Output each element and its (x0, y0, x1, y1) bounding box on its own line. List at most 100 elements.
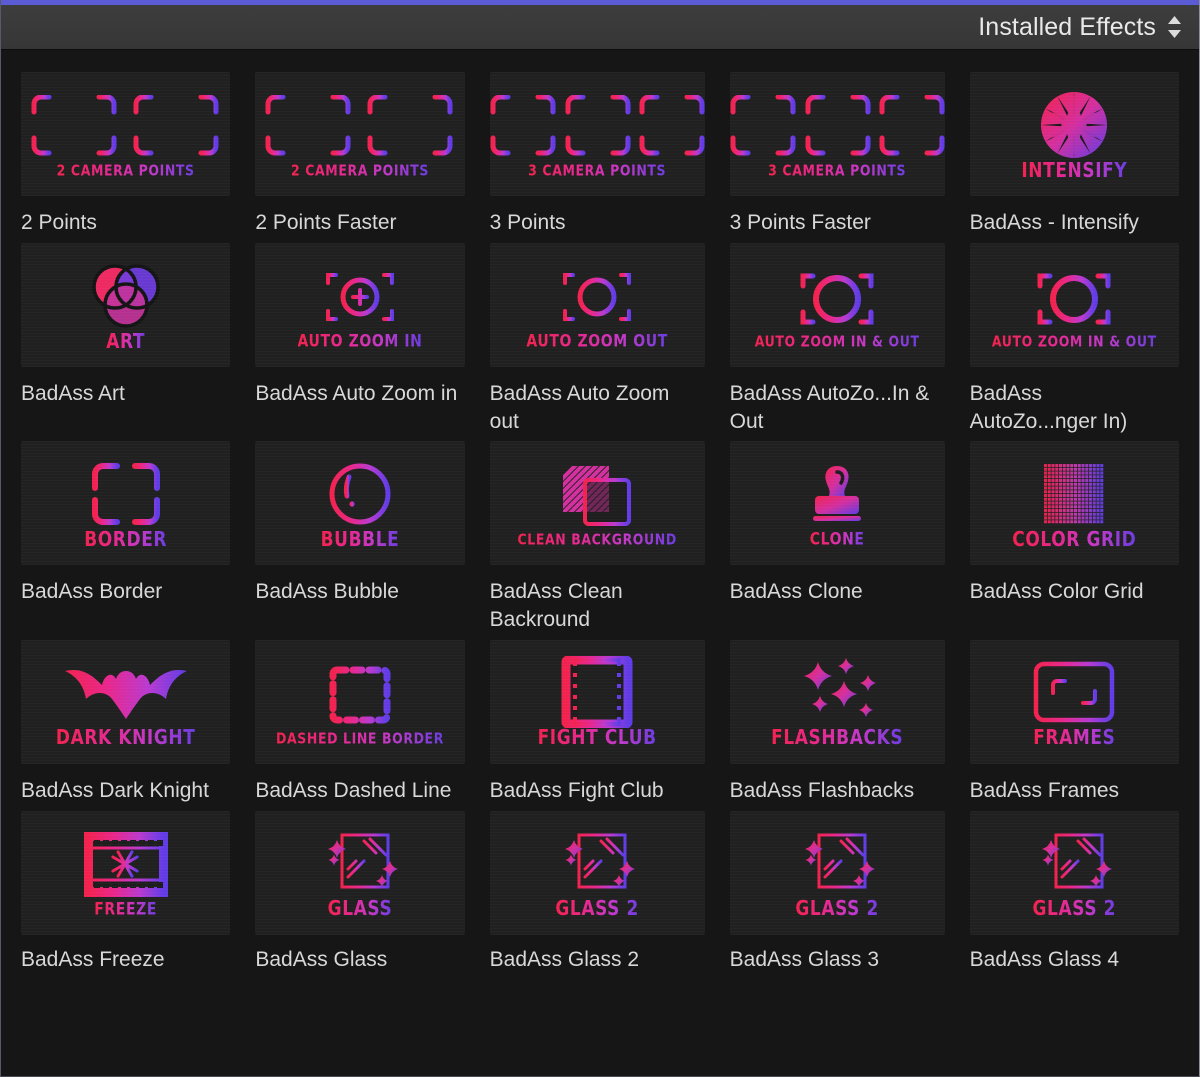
effect-tile[interactable]: 2 CAMERA POINTS2 Points (21, 72, 230, 237)
effect-tile[interactable]: AUTO ZOOM OUTBadAss Auto Zoom out (490, 243, 705, 435)
effect-thumbnail[interactable]: GLASS 2 (730, 811, 945, 935)
effect-badge-text: FRAMES (1033, 729, 1115, 749)
effect-thumbnail[interactable]: CLEAN BACKGROUND (490, 441, 705, 565)
camera-points-2-icon (265, 91, 455, 163)
effect-thumbnail[interactable]: AUTO ZOOM IN & OUT (970, 243, 1179, 367)
effect-thumbnail[interactable]: AUTO ZOOM IN (255, 243, 464, 367)
effect-caption: BadAss Clean Backround (490, 578, 705, 633)
effect-tile[interactable]: BUBBLEBadAss Bubble (255, 441, 464, 633)
effect-tile[interactable]: ART BadAss Art (21, 243, 230, 435)
effect-thumbnail[interactable]: DASHED LINE BORDER (255, 640, 464, 764)
effect-thumbnail[interactable]: INTENSIFY (970, 72, 1179, 196)
effect-badge-text: DARK KNIGHT (56, 729, 196, 749)
effect-caption: BadAss Glass 2 (490, 946, 705, 974)
chevron-up-down-icon[interactable] (1166, 14, 1183, 40)
effect-tile[interactable]: 3 CAMERA POINTS3 Points (490, 72, 705, 237)
camera-points-2-icon (31, 91, 221, 163)
effect-thumbnail[interactable]: GLASS 2 (970, 811, 1179, 935)
effect-badge-text: 3 CAMERA POINTS (528, 164, 666, 179)
starburst-icon (1038, 89, 1110, 161)
effects-grid: 2 CAMERA POINTS2 Points 2 CAMERA POINTS2… (21, 72, 1179, 974)
effect-thumbnail[interactable]: BORDER (21, 441, 230, 565)
effect-caption: BadAss AutoZo...In & Out (730, 380, 945, 435)
glass-pane-icon (320, 827, 400, 899)
effect-caption: BadAss Clone (730, 578, 945, 606)
effect-caption: BadAss - Intensify (970, 209, 1179, 237)
effect-badge-text: CLONE (810, 532, 865, 549)
effect-caption: BadAss Auto Zoom in (255, 380, 464, 408)
effect-caption: 3 Points Faster (730, 209, 945, 237)
effect-thumbnail[interactable]: AUTO ZOOM IN & OUT (730, 243, 945, 367)
effect-thumbnail[interactable]: GLASS 2 (490, 811, 705, 935)
effect-badge-text: CLEAN BACKGROUND (517, 533, 676, 548)
effect-badge-text: 2 CAMERA POINTS (57, 164, 195, 179)
effects-grid-scroll-area[interactable]: 2 CAMERA POINTS2 Points 2 CAMERA POINTS2… (1, 50, 1199, 1076)
effect-caption: BadAss Flashbacks (730, 777, 945, 805)
frame-icon (1031, 656, 1117, 728)
effect-tile[interactable]: CLEAN BACKGROUND BadAss Clean Backround (490, 441, 705, 633)
effect-badge-text: BORDER (84, 530, 167, 550)
effect-tile[interactable]: FREEZE BadAss Freeze (21, 811, 230, 974)
effect-thumbnail[interactable]: 3 CAMERA POINTS (490, 72, 705, 196)
effect-thumbnail[interactable]: 2 CAMERA POINTS (21, 72, 230, 196)
effect-thumbnail[interactable]: CLONE (730, 441, 945, 565)
effect-caption: BadAss Glass 4 (970, 946, 1179, 974)
effect-tile[interactable]: DARK KNIGHT BadAss Dark Knight (21, 640, 230, 805)
effect-badge-text: GLASS 2 (555, 900, 639, 920)
effect-thumbnail[interactable]: FRAMES (970, 640, 1179, 764)
effect-tile[interactable]: GLASS 2 BadAss Glass 4 (970, 811, 1179, 974)
effect-tile[interactable]: FRAMES BadAss Frames (970, 640, 1179, 805)
bat-icon (62, 656, 190, 728)
effect-caption: BadAss Freeze (21, 946, 230, 974)
effect-thumbnail[interactable]: COLOR GRID (970, 441, 1179, 565)
venn-circles-icon (90, 260, 162, 332)
effect-thumbnail[interactable]: FREEZE (21, 811, 230, 935)
effect-badge-text: AUTO ZOOM IN & OUT (755, 335, 920, 350)
effect-badge-text: 3 CAMERA POINTS (768, 164, 906, 179)
effect-tile[interactable]: GLASS 2 BadAss Glass 2 (490, 811, 705, 974)
effect-thumbnail[interactable]: 3 CAMERA POINTS (730, 72, 945, 196)
effect-badge-text: AUTO ZOOM OUT (526, 334, 667, 351)
effect-tile[interactable]: BORDERBadAss Border (21, 441, 230, 633)
effect-tile[interactable]: INTENSIFY BadAss - Intensify (970, 72, 1179, 237)
zoom-in-target-icon (314, 261, 406, 333)
effect-badge-text: FLASHBACKS (771, 729, 903, 749)
effect-tile[interactable]: COLOR GRIDBadAss Color Grid (970, 441, 1179, 633)
effect-thumbnail[interactable]: BUBBLE (255, 441, 464, 565)
effect-tile[interactable]: GLASSBadAss Glass (255, 811, 464, 974)
effect-tile[interactable]: AUTO ZOOM IN & OUT BadAss AutoZo...In & O… (730, 243, 945, 435)
zoom-out-target-icon (551, 261, 643, 333)
effect-thumbnail[interactable]: AUTO ZOOM OUT (490, 243, 705, 367)
effect-tile[interactable]: CLONE BadAss Clone (730, 441, 945, 633)
camera-points-3-icon (490, 91, 705, 163)
effect-caption: BadAss Frames (970, 777, 1179, 805)
sparkles-icon (796, 656, 878, 728)
color-grid-icon (1044, 458, 1104, 530)
effect-caption: BadAss Fight Club (490, 777, 705, 805)
freeze-frame-icon (84, 829, 168, 901)
effect-tile[interactable]: GLASS 2BadAss Glass 3 (730, 811, 945, 974)
installed-effects-popup-label: Installed Effects (978, 13, 1156, 42)
effect-thumbnail[interactable]: FIGHT CLUB (490, 640, 705, 764)
effect-tile[interactable]: DASHED LINE BORDER BadAss Dashed Line (255, 640, 464, 805)
glass-pane-icon (1034, 827, 1114, 899)
stamp-icon (805, 459, 869, 531)
effect-caption: BadAss Dark Knight (21, 777, 230, 805)
effect-thumbnail[interactable]: DARK KNIGHT (21, 640, 230, 764)
installed-effects-browser: Installed Effects 2 CAMERA POINTS2 Point… (0, 0, 1200, 1077)
installed-effects-popup-button[interactable]: Installed Effects (978, 13, 1183, 42)
effect-thumbnail[interactable]: 2 CAMERA POINTS (255, 72, 464, 196)
camera-points-3-icon (730, 91, 945, 163)
effect-tile[interactable]: AUTO ZOOM IN BadAss Auto Zoom in (255, 243, 464, 435)
effect-caption: BadAss Art (21, 380, 230, 408)
effect-tile[interactable]: 3 CAMERA POINTS 3 Points Faster (730, 72, 945, 237)
effect-thumbnail[interactable]: FLASHBACKS (730, 640, 945, 764)
effect-caption: BadAss AutoZo...nger In) (970, 380, 1179, 435)
effect-thumbnail[interactable]: GLASS (255, 811, 464, 935)
effect-tile[interactable]: AUTO ZOOM IN & OUT BadAss AutoZo...nger I… (970, 243, 1179, 435)
effect-thumbnail[interactable]: ART (21, 243, 230, 367)
effect-caption: BadAss Dashed Line (255, 777, 464, 805)
effect-tile[interactable]: FLASHBACKS BadAss Flashbacks (730, 640, 945, 805)
effect-tile[interactable]: 2 CAMERA POINTS2 Points Faster (255, 72, 464, 237)
effect-tile[interactable]: FIGHT CLUB BadAss Fight Club (490, 640, 705, 805)
